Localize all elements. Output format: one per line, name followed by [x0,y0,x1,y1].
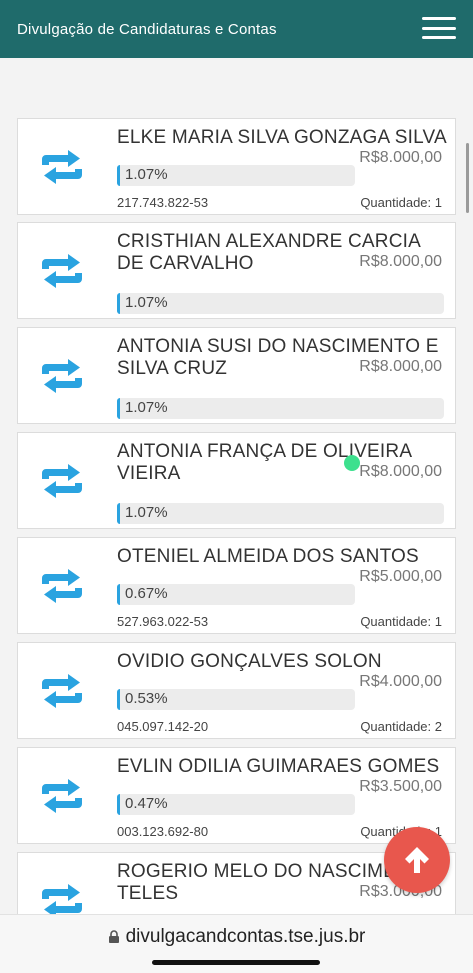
percent-bar: 1.07% [117,165,355,186]
candidate-card[interactable]: EVLIN ODILIA GUIMARAES GOMES R$3.500,00 0.… [17,747,456,844]
cpf-number: 527.963.022-53 [117,614,209,629]
donation-amount: R$8.000,00 [359,253,442,270]
hamburger-menu-icon[interactable] [422,17,456,39]
candidate-card[interactable]: OTENIEL ALMEIDA DOS SANTOS R$5.000,00 0.67… [17,537,456,634]
scrollbar[interactable] [466,143,469,213]
percent-label: 0.47% [125,795,168,812]
touch-indicator [344,455,360,471]
transfer-arrows-icon [38,779,86,813]
transfer-arrows-icon [38,569,86,603]
transfer-arrows-icon [38,254,86,288]
browser-url: divulgacandcontas.tse.jus.br [125,926,366,947]
donation-amount: R$8.000,00 [359,358,442,375]
transfer-arrows-icon [38,884,86,918]
percent-bar: 0.53% [117,689,355,710]
candidate-name[interactable]: OTENIEL ALMEIDA DOS SANTOS [117,546,447,568]
percent-bar: 1.07% [117,293,444,314]
quantity-label: Quantidade: 1 [360,614,442,629]
donation-amount: R$4.000,00 [359,673,442,690]
scroll-to-top-button[interactable] [384,827,450,893]
candidate-card[interactable]: ELKE MARIA SILVA GONZAGA SILVA R$8.000,00… [17,118,456,215]
donation-amount: R$3.500,00 [359,778,442,795]
page: { "header": { "title": "Divulgação de Ca… [0,0,473,973]
transfer-arrows-icon [38,359,86,393]
browser-address-bar[interactable]: divulgacandcontas.tse.jus.br [0,914,473,973]
cpf-number: 217.743.822-53 [117,195,209,210]
percent-label: 1.07% [125,166,168,183]
candidate-name[interactable]: ELKE MARIA SILVA GONZAGA SILVA [117,127,447,149]
donation-amount: R$8.000,00 [359,149,442,166]
quantity-label: Quantidade: 1 [360,195,442,210]
transfer-arrows-icon [38,674,86,708]
percent-label: 1.07% [125,294,168,311]
lock-icon [108,930,119,943]
candidate-card[interactable]: ANTONIA FRANÇA DE OLIVEIRA VIEIRA R$8.000… [17,432,456,529]
donation-amount: R$8.000,00 [359,463,442,480]
cpf-number: 045.097.142-20 [117,719,209,734]
percent-bar: 0.67% [117,584,355,605]
percent-label: 0.67% [125,585,168,602]
candidate-name[interactable]: EVLIN ODILIA GUIMARAES GOMES [117,756,447,778]
percent-label: 0.53% [125,690,168,707]
home-indicator[interactable] [152,960,320,965]
quantity-label: Quantidade: 2 [360,719,442,734]
transfer-arrows-icon [38,464,86,498]
arrow-up-icon [405,847,429,873]
candidate-card[interactable]: CRISTHIAN ALEXANDRE CARCIA DE CARVALHO R$… [17,222,456,319]
percent-label: 1.07% [125,504,168,521]
app-header: Divulgação de Candidaturas e Contas [0,0,473,58]
percent-bar: 1.07% [117,503,444,524]
percent-label: 1.07% [125,399,168,416]
candidate-card[interactable]: ANTONIA SUSI DO NASCIMENTO E SILVA CRUZ R… [17,327,456,424]
percent-bar: 0.47% [117,794,355,815]
percent-bar: 1.07% [117,398,444,419]
page-title: Divulgação de Candidaturas e Contas [17,20,277,38]
cpf-number: 003.123.692-80 [117,824,209,839]
candidate-card[interactable]: OVIDIO GONÇALVES SOLON R$4.000,00 0.53% 045… [17,642,456,739]
transfer-arrows-icon [38,150,86,184]
donation-amount: R$5.000,00 [359,568,442,585]
candidate-name[interactable]: OVIDIO GONÇALVES SOLON [117,651,447,673]
